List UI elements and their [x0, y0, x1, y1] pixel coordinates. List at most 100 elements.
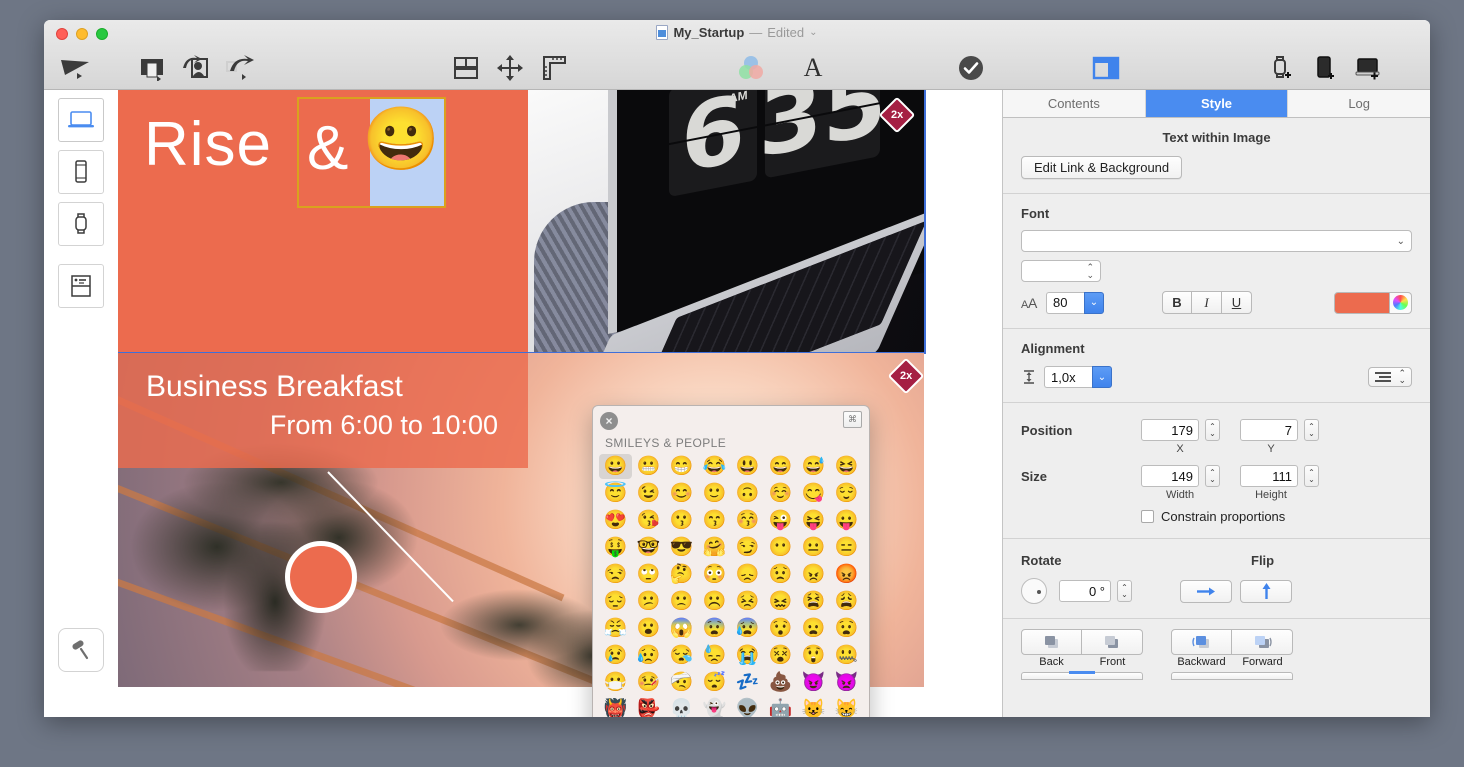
- emoji-cell[interactable]: 🤓: [632, 535, 665, 560]
- emoji-cell[interactable]: 😰: [731, 616, 764, 641]
- tab-contents[interactable]: Contents: [1003, 90, 1146, 117]
- emoji-cell[interactable]: 😳: [698, 562, 731, 587]
- emoji-cell[interactable]: 🤒: [632, 670, 665, 695]
- underline-button[interactable]: U: [1222, 291, 1252, 314]
- emoji-cell[interactable]: 😞: [731, 562, 764, 587]
- callout-dot[interactable]: [285, 541, 357, 613]
- rotation-stepper[interactable]: ⌃ ⌄: [1117, 580, 1132, 602]
- emoji-cell[interactable]: 😓: [698, 643, 731, 668]
- emoji-cell[interactable]: 😏: [731, 535, 764, 560]
- emoji-cell[interactable]: 🙃: [731, 481, 764, 506]
- emoji-cell[interactable]: 🤗: [698, 535, 731, 560]
- device-rail-item-desktop[interactable]: [58, 98, 104, 142]
- emoji-cell[interactable]: 😖: [764, 589, 797, 614]
- bring-to-front-button[interactable]: [1082, 629, 1143, 655]
- document-menu-chevron-icon[interactable]: ⌄: [809, 27, 817, 38]
- emoji-cell[interactable]: 😉: [632, 481, 665, 506]
- device-rail-item-phone[interactable]: [58, 150, 104, 194]
- media-browser-icon[interactable]: [130, 48, 174, 88]
- emoji-cell[interactable]: 😁: [665, 454, 698, 479]
- bold-button[interactable]: B: [1162, 291, 1192, 314]
- tab-style[interactable]: Style: [1145, 90, 1289, 117]
- emoji-cell[interactable]: 😫: [797, 589, 830, 614]
- hero-headline[interactable]: Rise: [144, 109, 272, 180]
- background-brush-button[interactable]: [58, 628, 104, 672]
- font-family-select[interactable]: ⌄: [1021, 230, 1412, 252]
- tab-log[interactable]: Log: [1288, 90, 1430, 117]
- emoji-cell[interactable]: 😶: [764, 535, 797, 560]
- zorder-extra-row-right[interactable]: [1171, 672, 1293, 680]
- font-style-select[interactable]: ⌃ ⌄: [1021, 260, 1101, 282]
- emoji-cell[interactable]: 😙: [698, 508, 731, 533]
- emoji-cell[interactable]: 😂: [698, 454, 731, 479]
- content-subtitle[interactable]: From 6:00 to 10:00: [146, 410, 498, 441]
- device-rail-item-watch[interactable]: [58, 202, 104, 246]
- size-height-stepper[interactable]: ⌃ ⌄: [1304, 465, 1319, 487]
- rotation-angle-input[interactable]: 0 °: [1059, 580, 1111, 602]
- emoji-cell[interactable]: 👹: [599, 697, 632, 717]
- emoji-cell[interactable]: 👺: [632, 697, 665, 717]
- placeholder-image-icon[interactable]: [174, 48, 218, 88]
- emoji-cell[interactable]: 😨: [698, 616, 731, 641]
- emoji-cell[interactable]: 🤐: [830, 643, 863, 668]
- move-icon[interactable]: [488, 48, 532, 88]
- canvas-section-hero[interactable]: 6 AM 35 Rise & 😀 2x: [118, 90, 926, 354]
- size-width-input[interactable]: 149: [1141, 465, 1199, 487]
- position-y-stepper[interactable]: ⌃ ⌄: [1304, 419, 1319, 441]
- emoji-picker[interactable]: × ⌘ SMILEYS & PEOPLE 😀 😬 😁 😂 😃 😄 😅 😆 😇 😉 😊 🙂 🙃 ☺️ 😋 😌 😍 😘…: [592, 405, 870, 717]
- emoji-cell[interactable]: 🙁: [665, 589, 698, 614]
- emoji-cell[interactable]: 😥: [632, 643, 665, 668]
- add-desktop-icon[interactable]: [1346, 48, 1390, 88]
- emoji-cell[interactable]: 😑: [830, 535, 863, 560]
- emoji-cell[interactable]: 😭: [731, 643, 764, 668]
- emoji-cell[interactable]: 😍: [599, 508, 632, 533]
- close-icon[interactable]: ×: [600, 412, 618, 430]
- text-color-swatch[interactable]: [1334, 291, 1390, 314]
- emoji-cell[interactable]: 😱: [665, 616, 698, 641]
- emoji-cell[interactable]: 💩: [764, 670, 797, 695]
- emoji-cell[interactable]: 😊: [665, 481, 698, 506]
- emoji-cell[interactable]: 😡: [830, 562, 863, 587]
- text-alignment-button[interactable]: ⌃ ⌄: [1368, 367, 1412, 387]
- emoji-cell[interactable]: 😕: [632, 589, 665, 614]
- emoji-cell[interactable]: 😟: [764, 562, 797, 587]
- emoji-cell[interactable]: 😗: [665, 508, 698, 533]
- position-x-input[interactable]: 179: [1141, 419, 1199, 441]
- emoji-cell[interactable]: 👿: [830, 670, 863, 695]
- size-height-input[interactable]: 111: [1240, 465, 1298, 487]
- emoji-cell[interactable]: 😩: [830, 589, 863, 614]
- emoji-cell[interactable]: 😣: [731, 589, 764, 614]
- add-phone-icon[interactable]: [1302, 48, 1346, 88]
- flip-horizontal-button[interactable]: [1180, 579, 1232, 603]
- emoji-cell[interactable]: 😧: [830, 616, 863, 641]
- emoji-cell[interactable]: 😠: [797, 562, 830, 587]
- send-backward-button[interactable]: [1171, 629, 1232, 655]
- line-spacing-field[interactable]: 1,0x ⌄: [1044, 366, 1112, 388]
- emoji-cell[interactable]: 😔: [599, 589, 632, 614]
- emoji-cell[interactable]: 💤: [731, 670, 764, 695]
- send-icon[interactable]: [54, 48, 98, 88]
- emoji-cell[interactable]: 😎: [665, 535, 698, 560]
- emoji-cell[interactable]: 😚: [731, 508, 764, 533]
- zorder-extra-row-left[interactable]: [1021, 671, 1143, 680]
- emoji-cell[interactable]: 😲: [797, 643, 830, 668]
- emoji-cell[interactable]: 🤖: [764, 697, 797, 717]
- emoji-cell[interactable]: 🙂: [698, 481, 731, 506]
- flip-vertical-button[interactable]: [1240, 579, 1292, 603]
- emoji-cell[interactable]: 😴: [698, 670, 731, 695]
- font-size-field[interactable]: 80 ⌄: [1046, 291, 1104, 314]
- font-size-dropdown-icon[interactable]: ⌄: [1084, 291, 1104, 314]
- emoji-cell[interactable]: ☺️: [764, 481, 797, 506]
- rotation-dial[interactable]: [1021, 578, 1047, 604]
- check-icon[interactable]: [949, 48, 993, 88]
- emoji-cell[interactable]: 🤑: [599, 535, 632, 560]
- selected-text-box[interactable]: & 😀: [297, 97, 446, 208]
- emoji-cell[interactable]: 😌: [830, 481, 863, 506]
- emoji-cell[interactable]: 🤔: [665, 562, 698, 587]
- emoji-cell[interactable]: 💀: [665, 697, 698, 717]
- emoji-cell[interactable]: 😦: [797, 616, 830, 641]
- emoji-cell[interactable]: 😒: [599, 562, 632, 587]
- emoji-cell[interactable]: 😮: [632, 616, 665, 641]
- emoji-cell[interactable]: 😃: [731, 454, 764, 479]
- emoji-cell[interactable]: 😇: [599, 481, 632, 506]
